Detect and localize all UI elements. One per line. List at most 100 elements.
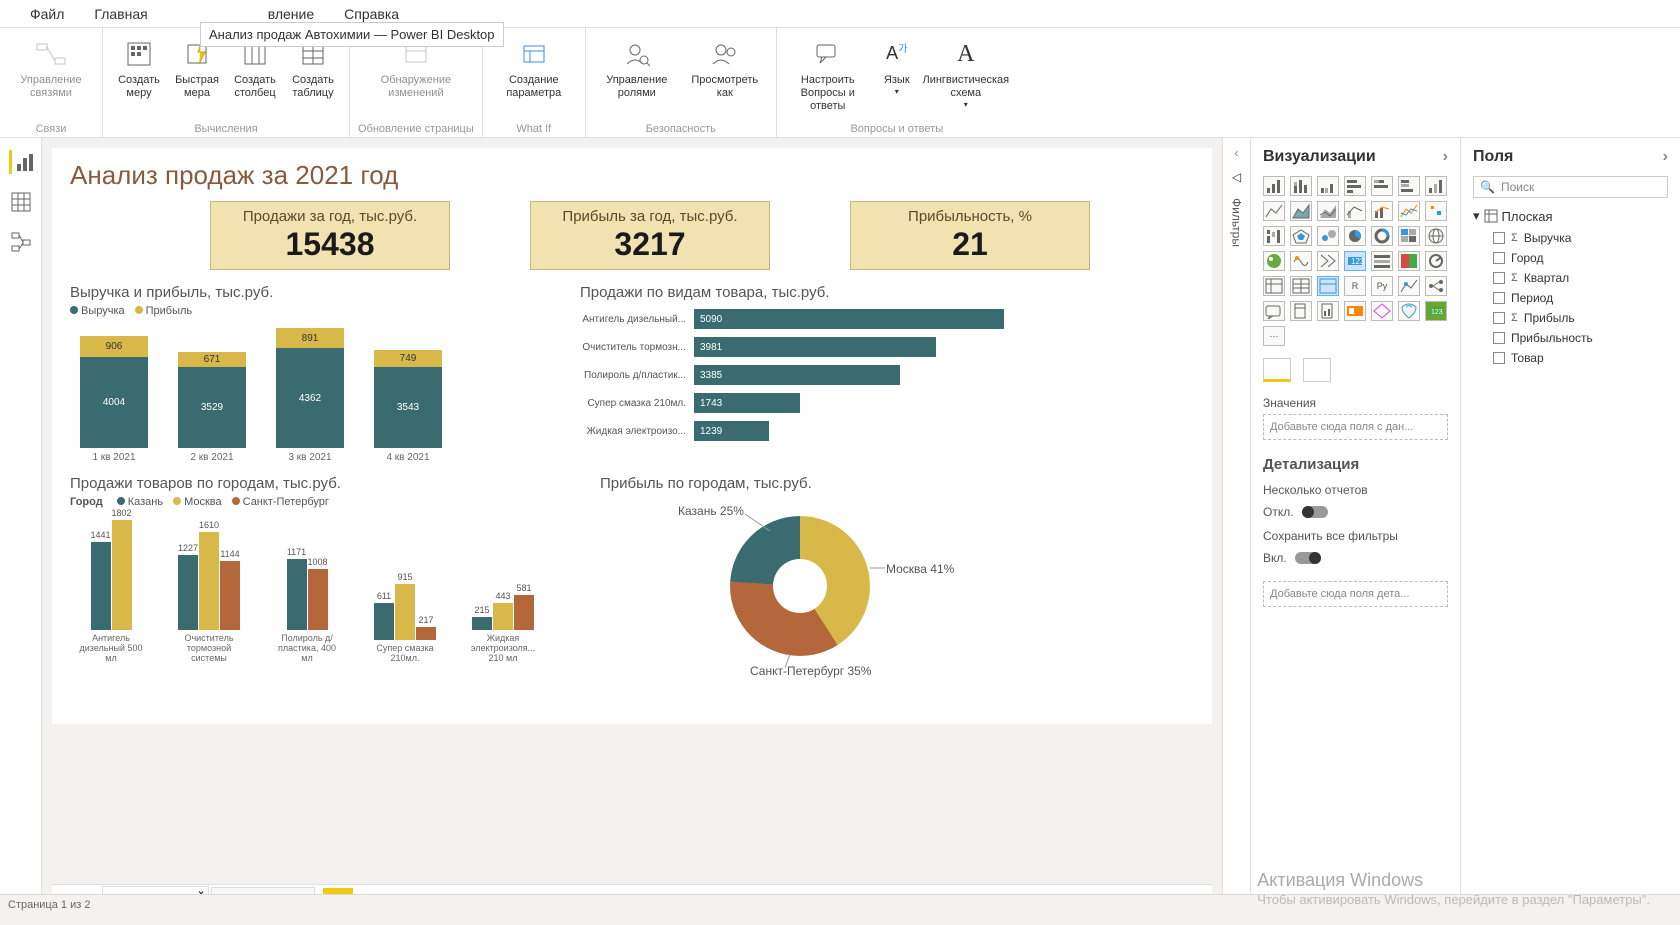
hbar-row[interactable]: Очиститель тормозн...3981 bbox=[580, 337, 1194, 357]
horizontal-bar-chart[interactable]: Антигель дизельный...5090Очиститель торм… bbox=[580, 305, 1194, 441]
grouped-bar[interactable]: 11711008Полироль д/пластика, 400 мл bbox=[272, 559, 342, 664]
new-parameter-button[interactable]: Создание параметра bbox=[491, 34, 577, 104]
viz-type-icon[interactable] bbox=[1263, 251, 1285, 271]
menu-file[interactable]: Файл bbox=[30, 6, 64, 22]
viz-type-icon[interactable]: 123 bbox=[1344, 251, 1366, 271]
viz-type-icon[interactable] bbox=[1398, 301, 1420, 321]
collapse-viz-icon[interactable]: › bbox=[1443, 148, 1448, 166]
viz-type-icon[interactable] bbox=[1263, 201, 1285, 221]
viz-type-icon[interactable] bbox=[1263, 226, 1285, 246]
field-item[interactable]: Товар bbox=[1473, 348, 1668, 368]
hbar-row[interactable]: Полироль д/пластик...3385 bbox=[580, 365, 1194, 385]
viz-type-icon[interactable] bbox=[1371, 251, 1393, 271]
grouped-bar[interactable]: 14411802Антигель дизельный 500 мл bbox=[76, 520, 146, 664]
collapse-icon[interactable]: ‹ bbox=[1235, 146, 1239, 160]
fields-search[interactable]: 🔍Поиск bbox=[1473, 176, 1668, 198]
table-node[interactable]: ▾Плоская bbox=[1473, 208, 1668, 224]
menu-view[interactable]: вление bbox=[268, 6, 314, 22]
viz-type-icon[interactable] bbox=[1290, 226, 1312, 246]
donut-chart[interactable]: Казань 25% Москва 41% Санкт-Петербург 35… bbox=[630, 496, 1010, 686]
speaker-icon[interactable]: ◁ bbox=[1232, 170, 1241, 184]
field-item[interactable]: ΣВыручка bbox=[1473, 228, 1668, 248]
linguistic-schema-button[interactable]: AЛингвистическая схема▾ bbox=[923, 34, 1009, 114]
values-dropzone[interactable]: Добавьте сюда поля с дан... bbox=[1263, 414, 1448, 440]
viz-type-icon[interactable] bbox=[1263, 276, 1285, 296]
hbar-row[interactable]: Супер смазка 210мл.1743 bbox=[580, 393, 1194, 413]
field-item[interactable]: Период bbox=[1473, 288, 1668, 308]
grouped-bar[interactable]: 122716101144Очиститель тормозной системы bbox=[174, 532, 244, 664]
stacked-bar[interactable]: 6713529 2 кв 2021 bbox=[178, 352, 246, 463]
stacked-bar-chart[interactable]: 9064004 1 кв 2021 6713529 2 кв 2021 8914… bbox=[70, 323, 530, 463]
viz-type-icon[interactable] bbox=[1344, 226, 1366, 246]
keep-filters-toggle[interactable] bbox=[1295, 552, 1321, 564]
stacked-bar[interactable]: 9064004 1 кв 2021 bbox=[80, 336, 148, 463]
field-checkbox[interactable] bbox=[1493, 252, 1505, 264]
viz-type-icon[interactable] bbox=[1344, 301, 1366, 321]
tab-page-1[interactable]: Страница 1× bbox=[102, 886, 209, 894]
field-item[interactable]: Город bbox=[1473, 248, 1668, 268]
viz-type-icon[interactable] bbox=[1317, 251, 1339, 271]
viz-type-icon[interactable] bbox=[1290, 201, 1312, 221]
viz-type-icon[interactable] bbox=[1371, 176, 1393, 196]
stacked-bar[interactable]: 7493543 4 кв 2021 bbox=[374, 350, 442, 463]
viz-type-icon[interactable]: ⋯ bbox=[1263, 326, 1285, 346]
viz-type-icon[interactable] bbox=[1398, 226, 1420, 246]
viz-type-icon[interactable] bbox=[1425, 176, 1447, 196]
language-button[interactable]: A가Язык▾ bbox=[873, 34, 921, 101]
report-view-icon[interactable] bbox=[9, 150, 33, 174]
manage-relationships-button[interactable]: Управление связями bbox=[8, 34, 94, 104]
field-item[interactable]: ΣПрибыль bbox=[1473, 308, 1668, 328]
viz-type-icon[interactable] bbox=[1371, 201, 1393, 221]
menu-help[interactable]: Справка bbox=[344, 6, 399, 22]
add-page-button[interactable]: + bbox=[323, 888, 353, 895]
field-item[interactable]: Прибыльность bbox=[1473, 328, 1668, 348]
model-view-icon[interactable] bbox=[9, 230, 33, 254]
viz-type-icon[interactable] bbox=[1425, 276, 1447, 296]
viz-type-icon[interactable]: Py bbox=[1371, 276, 1393, 296]
format-tab-button[interactable] bbox=[1303, 358, 1331, 382]
cross-report-toggle[interactable] bbox=[1302, 506, 1328, 518]
viz-type-icon[interactable] bbox=[1398, 201, 1420, 221]
field-checkbox[interactable] bbox=[1493, 292, 1505, 304]
viz-type-icon[interactable] bbox=[1317, 301, 1339, 321]
data-view-icon[interactable] bbox=[9, 190, 33, 214]
tab-page-2[interactable]: Страница 2 bbox=[211, 887, 315, 894]
field-item[interactable]: ΣКвартал bbox=[1473, 268, 1668, 288]
view-as-button[interactable]: Просмотреть как bbox=[682, 34, 768, 104]
new-measure-button[interactable]: Создать меру bbox=[111, 34, 167, 104]
viz-type-icon[interactable] bbox=[1425, 201, 1447, 221]
grouped-bar[interactable]: 611915217Супер смазка 210мл. bbox=[370, 584, 440, 664]
field-checkbox[interactable] bbox=[1493, 352, 1505, 364]
field-checkbox[interactable] bbox=[1493, 332, 1505, 344]
grouped-bar-chart[interactable]: 14411802Антигель дизельный 500 мл 1227161… bbox=[70, 514, 550, 664]
field-checkbox[interactable] bbox=[1493, 272, 1505, 284]
viz-type-icon[interactable]: R bbox=[1344, 276, 1366, 296]
viz-type-icon[interactable] bbox=[1317, 176, 1339, 196]
viz-type-icon[interactable] bbox=[1263, 301, 1285, 321]
qa-setup-button[interactable]: Настроить Вопросы и ответы bbox=[785, 34, 871, 118]
field-checkbox[interactable] bbox=[1493, 312, 1505, 324]
viz-type-icon[interactable] bbox=[1317, 276, 1339, 296]
viz-type-icon[interactable] bbox=[1398, 251, 1420, 271]
viz-type-icon[interactable] bbox=[1317, 226, 1339, 246]
viz-type-icon[interactable] bbox=[1290, 276, 1312, 296]
viz-type-icon[interactable] bbox=[1344, 201, 1366, 221]
viz-type-icon[interactable]: 123 bbox=[1425, 301, 1447, 321]
report-canvas[interactable]: Анализ продаж за 2021 год Продажи за год… bbox=[52, 148, 1212, 724]
viz-type-icon[interactable] bbox=[1398, 276, 1420, 296]
grouped-bar[interactable]: 215443581Жидкая электроизоля... 210 мл bbox=[468, 595, 538, 664]
viz-type-icon[interactable] bbox=[1290, 176, 1312, 196]
viz-type-icon[interactable] bbox=[1317, 201, 1339, 221]
hbar-row[interactable]: Жидкая электроизо...1239 bbox=[580, 421, 1194, 441]
viz-type-icon[interactable] bbox=[1425, 226, 1447, 246]
viz-type-icon[interactable] bbox=[1290, 301, 1312, 321]
viz-type-icon[interactable] bbox=[1371, 301, 1393, 321]
viz-type-icon[interactable] bbox=[1398, 176, 1420, 196]
close-tab-icon[interactable]: × bbox=[198, 889, 204, 894]
field-checkbox[interactable] bbox=[1493, 232, 1505, 244]
viz-type-icon[interactable] bbox=[1263, 176, 1285, 196]
filters-pane-collapsed[interactable]: ‹ ◁ Фильтры bbox=[1222, 138, 1250, 894]
drillthrough-dropzone[interactable]: Добавьте сюда поля дета... bbox=[1263, 581, 1448, 607]
manage-roles-button[interactable]: Управление ролями bbox=[594, 34, 680, 104]
fields-tab-button[interactable] bbox=[1263, 358, 1291, 382]
